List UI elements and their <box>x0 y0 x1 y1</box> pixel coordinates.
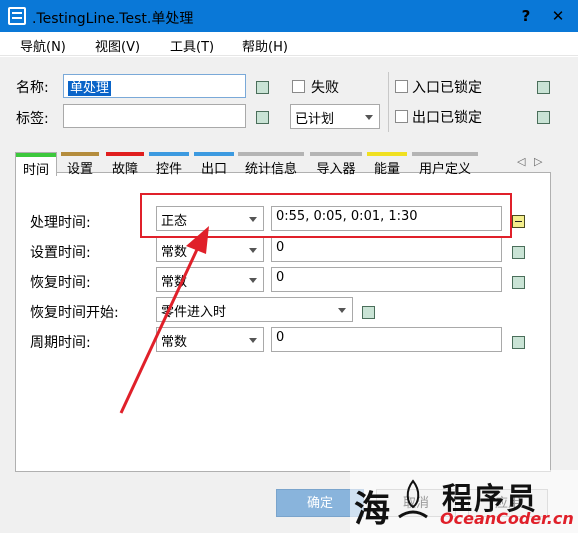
annotation-arrow <box>119 226 209 414</box>
watermark-logo-icon <box>395 477 431 521</box>
arrow-head <box>186 226 209 254</box>
watermark-site: OceanCoder.cn <box>440 509 574 528</box>
watermark-hai: 海 <box>354 489 391 530</box>
arrow-line <box>119 242 202 414</box>
